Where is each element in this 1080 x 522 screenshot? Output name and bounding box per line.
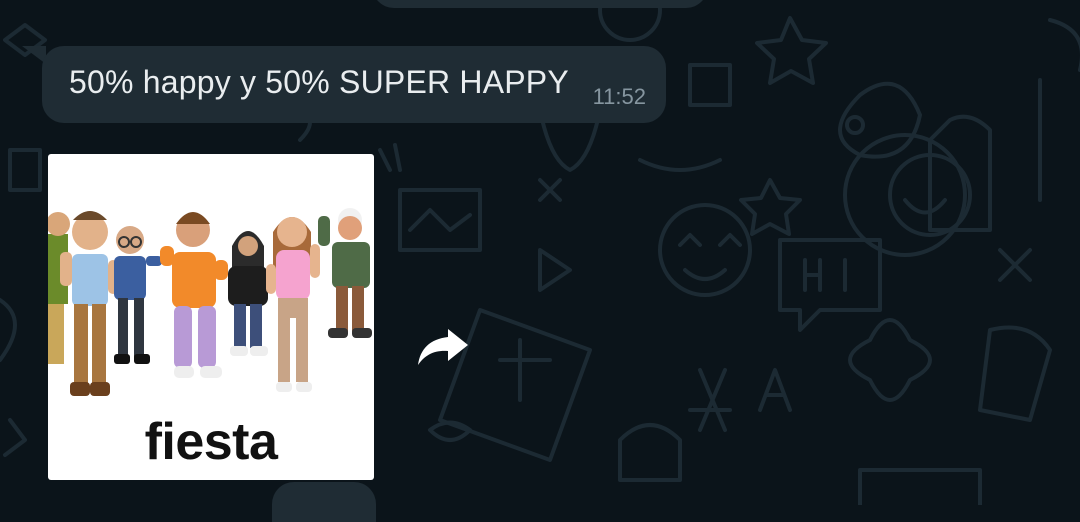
sticker-caption: fiesta [144, 413, 278, 471]
fiesta-sticker[interactable]: fiesta [48, 154, 374, 480]
message-text: 50% happy y 50% SUPER HAPPY [69, 64, 569, 100]
incoming-message-bubble[interactable]: 50% happy y 50% SUPER HAPPY 11:52 [42, 46, 666, 123]
previous-message-bubble [372, 0, 708, 8]
forward-arrow-icon [418, 329, 468, 365]
message-timestamp: 11:52 [592, 84, 646, 109]
dancing-people-illustration [48, 208, 372, 396]
forward-button[interactable] [414, 323, 472, 371]
next-message-bubble [272, 482, 376, 522]
